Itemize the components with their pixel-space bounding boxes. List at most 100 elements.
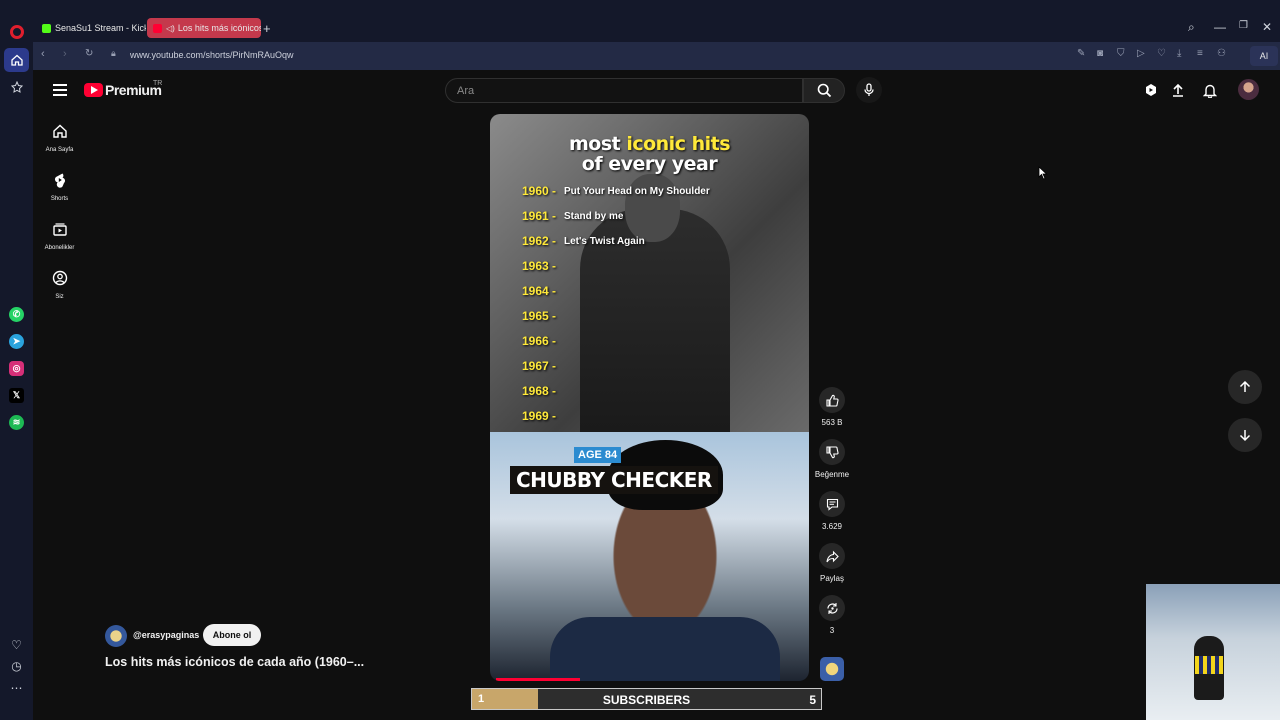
comments-button[interactable]: 3.629 <box>819 491 845 531</box>
video-title[interactable]: Los hits más icónicos de cada año (1960–… <box>105 655 364 669</box>
voice-search-button[interactable] <box>856 77 882 103</box>
channel-thumbnail[interactable] <box>820 657 844 681</box>
reload-icon[interactable]: ↻ <box>85 48 93 59</box>
search-tabs-icon[interactable]: ⌕ <box>1188 20 1195 35</box>
year-row: 1969 - <box>522 409 557 423</box>
microphone-icon <box>864 83 874 96</box>
tab-kick[interactable]: SenaSu1 Stream - Kick Da <box>36 18 146 38</box>
subscriptions-icon <box>52 223 67 236</box>
channel-avatar[interactable] <box>105 625 127 647</box>
guide-item-subscriptions[interactable]: Abonelikler <box>33 221 86 251</box>
share-label: Paylaş <box>819 574 844 583</box>
subscriber-goal-bar: 1 SUBSCRIBERS 5 <box>471 688 822 710</box>
year-row: 1966 - <box>522 334 557 348</box>
create-icon[interactable] <box>1142 81 1160 99</box>
history-icon[interactable]: ◷ <box>9 658 24 673</box>
opera-sidebar: ✆ ➤ ◎ 𝕏 ≋ ♡ ◷ ⋯ <box>0 0 33 720</box>
video-progress-bar[interactable] <box>496 678 580 681</box>
tab-strip: SenaSu1 Stream - Kick Da ◁) Los hits más… <box>33 0 1280 42</box>
dislike-label: Beğenme <box>814 470 850 479</box>
video-frame-bottom: AGE 84 CHUBBY CHECKER <box>490 432 809 681</box>
shorts-icon <box>54 173 65 188</box>
youtube-icon <box>153 23 162 33</box>
restore-button[interactable]: ❐ <box>1239 20 1248 31</box>
tab-youtube[interactable]: ◁) Los hits más icónicos <box>147 18 261 38</box>
tab-label: Los hits más icónicos <box>177 23 261 33</box>
share-icon <box>825 550 839 562</box>
ai-label: AI <box>1259 51 1269 61</box>
portrait-shirt <box>550 617 780 681</box>
year-row: 1962 - Let's Twist Again <box>522 234 645 248</box>
mouse-cursor-icon <box>1038 166 1048 180</box>
previous-short-button[interactable] <box>1228 370 1262 404</box>
dislike-button[interactable]: Beğenme <box>815 439 849 479</box>
shield-icon[interactable]: ⛉ <box>1117 48 1125 59</box>
webcam-jersey <box>1195 656 1223 674</box>
remix-icon <box>826 602 838 614</box>
avatar[interactable] <box>1238 79 1259 100</box>
spotify-icon[interactable]: ≋ <box>9 415 24 430</box>
guide-label: Shorts <box>50 196 69 202</box>
guide-item-you[interactable]: Siz <box>33 270 86 300</box>
home-icon[interactable] <box>4 48 29 72</box>
comment-count: 3.629 <box>821 522 843 531</box>
upload-icon[interactable] <box>1169 81 1187 99</box>
name-tag: CHUBBY CHECKER <box>510 466 718 494</box>
heart-icon[interactable]: ♡ <box>9 637 24 652</box>
notifications-icon[interactable] <box>1201 81 1219 99</box>
address-bar: ‹ › ↻ 🔒︎ www.youtube.com/shorts/PirNmRAu… <box>33 42 1280 70</box>
guide-label: Ana Sayfa <box>45 147 74 153</box>
arrow-up-icon <box>1239 380 1251 392</box>
forward-icon[interactable]: › <box>63 48 67 60</box>
webcam-overlay <box>1146 584 1280 720</box>
back-icon[interactable]: ‹ <box>41 48 45 60</box>
x-icon[interactable]: 𝕏 <box>9 388 24 403</box>
whatsapp-icon[interactable]: ✆ <box>9 307 24 322</box>
overlay-title-line-2: of every year <box>581 153 718 175</box>
instagram-icon[interactable]: ◎ <box>9 361 24 376</box>
pinboard-icon[interactable] <box>9 79 24 94</box>
opera-logo-icon[interactable] <box>10 25 24 39</box>
guide-item-home[interactable]: Ana Sayfa <box>33 123 86 153</box>
minimize-button[interactable]: — <box>1214 20 1226 34</box>
guide-label: Abonelikler <box>44 245 75 251</box>
comment-icon <box>826 498 838 511</box>
guide-item-shorts[interactable]: Shorts <box>33 172 86 202</box>
search-button[interactable] <box>803 78 845 103</box>
account-icon[interactable]: ⚇ <box>1217 48 1226 59</box>
thumbs-down-icon <box>825 445 839 458</box>
overlay-title-line-1: most iconic hits <box>568 133 731 155</box>
remix-button[interactable]: 3 <box>819 595 845 635</box>
lock-icon[interactable]: 🔒︎ <box>111 48 116 59</box>
year-row: 1963 - <box>522 259 557 273</box>
next-short-button[interactable] <box>1228 418 1262 452</box>
heart-icon[interactable]: ♡ <box>1157 48 1166 59</box>
search-input[interactable]: Ara <box>445 78 803 103</box>
speaker-icon[interactable]: ◁) <box>166 24 175 33</box>
year-row: 1961 - Stand by me <box>522 209 624 223</box>
download-icon[interactable]: ⤓ <box>1177 48 1181 59</box>
camera-icon[interactable]: ◙ <box>1097 48 1103 59</box>
like-button[interactable]: 563 B <box>819 387 845 427</box>
telegram-icon[interactable]: ➤ <box>9 334 24 349</box>
age-tag: AGE 84 <box>574 447 622 463</box>
short-video-player[interactable]: most iconic hits of every year 1960 - Put… <box>490 114 809 681</box>
youtube-page: Premium TR Ara Ana Sayfa Shorts Abonelik… <box>33 70 1280 720</box>
channel-handle[interactable]: @erasypaginas <box>133 630 199 640</box>
new-tab-button[interactable]: + <box>263 21 271 36</box>
youtube-logo-icon[interactable] <box>84 83 103 97</box>
like-count: 563 B <box>821 418 843 427</box>
close-button[interactable]: ✕ <box>1262 20 1272 34</box>
tab-label: SenaSu1 Stream - Kick Da <box>55 23 146 33</box>
ai-button[interactable]: AI <box>1250 46 1278 66</box>
arrow-down-icon <box>1239 430 1251 442</box>
menu-icon[interactable]: ≡ <box>1197 48 1203 59</box>
subscribe-button[interactable]: Abone ol <box>203 624 261 646</box>
share-button[interactable]: Paylaş <box>819 543 845 583</box>
hamburger-menu-icon[interactable] <box>53 84 67 99</box>
year-row: 1967 - <box>522 359 557 373</box>
more-icon[interactable]: ⋯ <box>9 680 24 695</box>
play-icon[interactable]: ▷ <box>1137 48 1145 59</box>
edit-icon[interactable]: ✎ <box>1077 48 1085 59</box>
url-field[interactable]: www.youtube.com/shorts/PirNmRAuOqw <box>130 50 294 60</box>
